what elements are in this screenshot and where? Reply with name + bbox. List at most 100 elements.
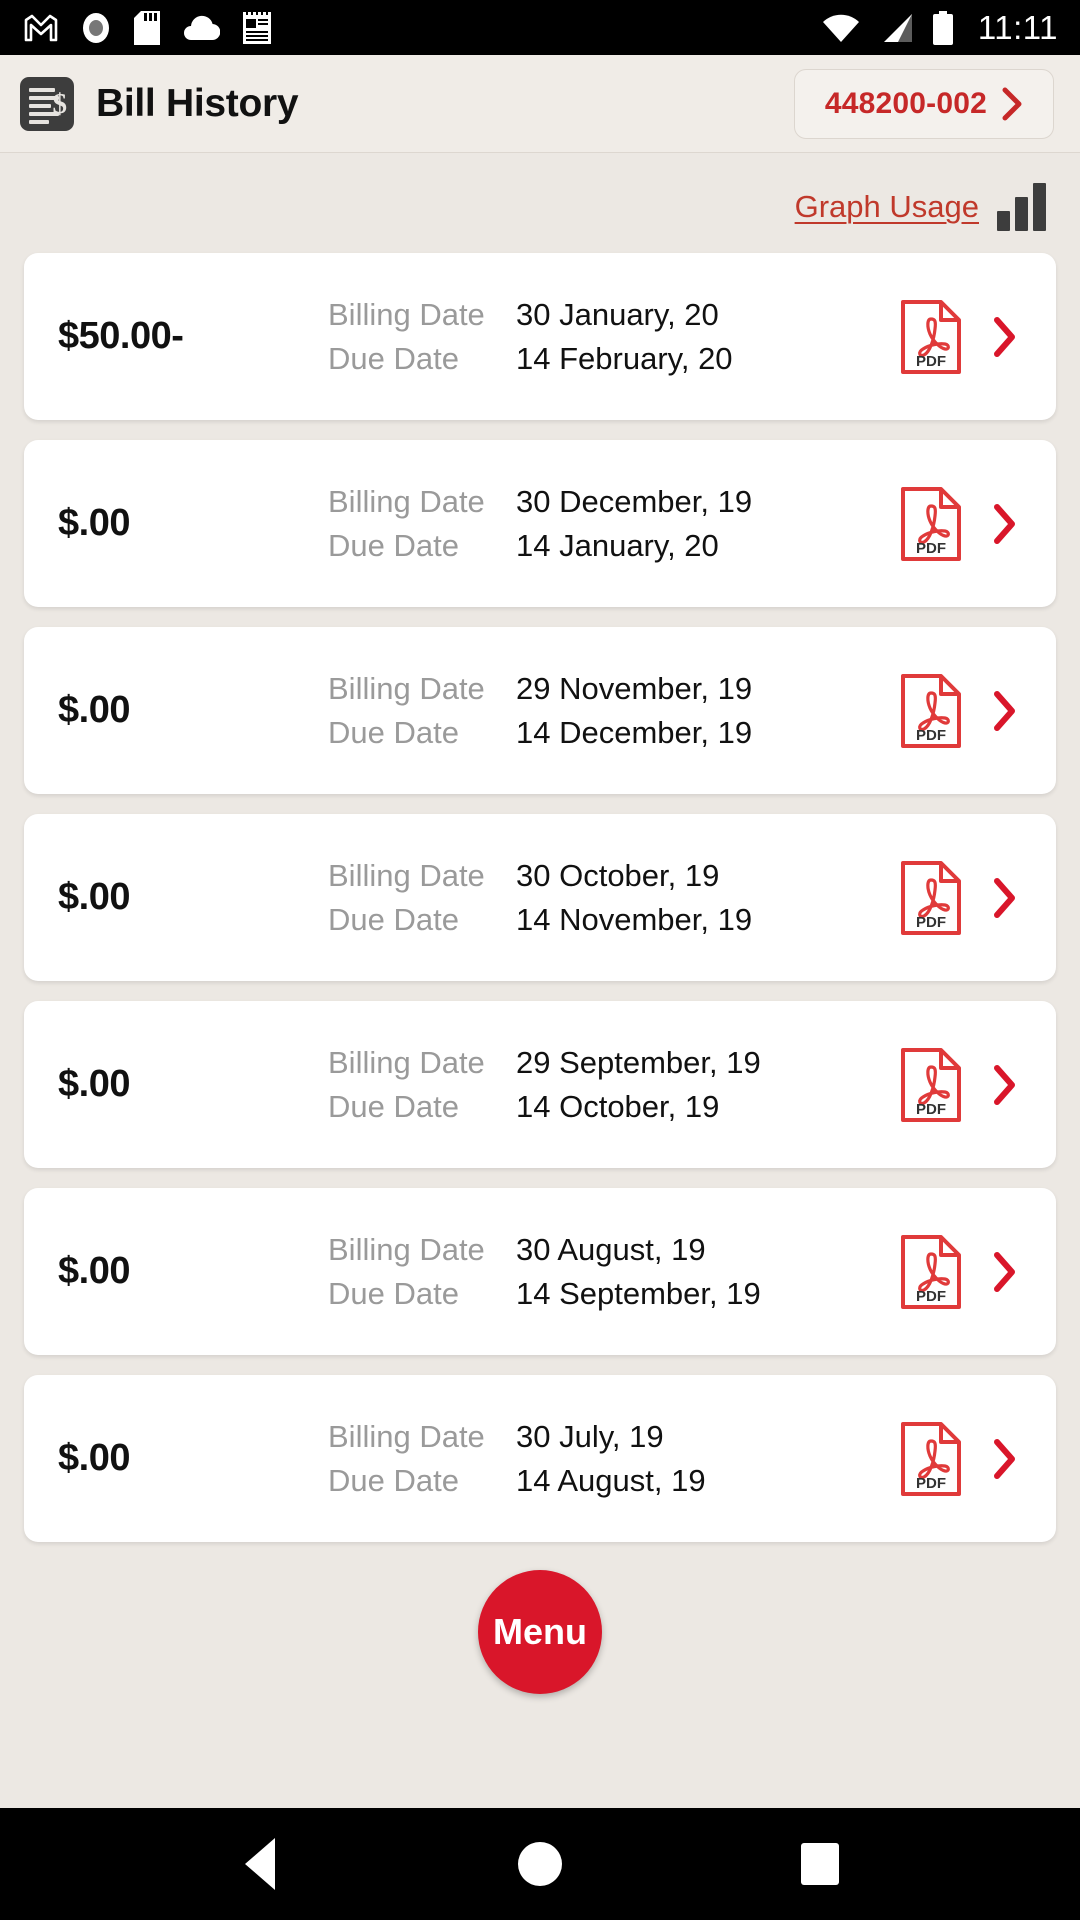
- billing-date-row: Billing Date 30 January, 20: [328, 297, 900, 333]
- billing-date-row: Billing Date 30 December, 19: [328, 484, 900, 520]
- sd-card-icon: [134, 10, 160, 45]
- billing-date-label: Billing Date: [328, 670, 485, 706]
- cloud-icon: [184, 15, 220, 40]
- recents-nav-icon: [801, 1843, 839, 1885]
- chevron-right-icon[interactable]: [988, 503, 1022, 545]
- chevron-right-icon[interactable]: [988, 1064, 1022, 1106]
- due-date-label: Due Date: [328, 901, 459, 937]
- bill-document-icon: $: [20, 76, 74, 131]
- notepad-icon: [243, 11, 271, 44]
- svg-text:PDF: PDF: [916, 1475, 946, 1492]
- chevron-right-icon[interactable]: [988, 1251, 1022, 1293]
- svg-text:PDF: PDF: [916, 540, 946, 557]
- back-nav-button[interactable]: [200, 1808, 320, 1920]
- app-header: $ Bill History 448200-002: [0, 55, 1080, 153]
- due-date-value: 14 February, 20: [516, 340, 733, 376]
- status-clock: 11:11: [977, 8, 1058, 46]
- bill-amount: $.00: [58, 689, 130, 731]
- billing-date-row: Billing Date 29 November, 19: [328, 671, 900, 707]
- graph-usage-row[interactable]: Graph Usage: [0, 153, 1080, 253]
- bill-row[interactable]: $.00 Billing Date 30 July, 19 Due Date 1…: [24, 1375, 1056, 1542]
- billing-date-row: Billing Date 30 October, 19: [328, 858, 900, 894]
- due-date-label: Due Date: [328, 340, 459, 376]
- pdf-file-icon[interactable]: PDF: [900, 1421, 962, 1497]
- record-icon: [83, 12, 109, 43]
- recents-nav-button[interactable]: [760, 1808, 880, 1920]
- pdf-file-icon[interactable]: PDF: [900, 673, 962, 749]
- billing-date-label: Billing Date: [328, 857, 485, 893]
- bill-row[interactable]: $.00 Billing Date 30 August, 19 Due Date…: [24, 1188, 1056, 1355]
- due-date-row: Due Date 14 December, 19: [328, 715, 900, 751]
- due-date-value: 14 January, 20: [516, 527, 719, 563]
- chevron-right-icon[interactable]: [988, 877, 1022, 919]
- pdf-file-icon[interactable]: PDF: [900, 486, 962, 562]
- back-nav-icon: [245, 1838, 275, 1890]
- graph-usage-link[interactable]: Graph Usage: [795, 189, 979, 225]
- billing-date-label: Billing Date: [328, 296, 485, 332]
- due-date-row: Due Date 14 January, 20: [328, 528, 900, 564]
- chevron-right-icon[interactable]: [988, 316, 1022, 358]
- bill-dates: Billing Date 30 December, 19 Due Date 14…: [328, 484, 900, 564]
- due-date-row: Due Date 14 September, 19: [328, 1276, 900, 1312]
- due-date-value: 14 October, 19: [516, 1088, 720, 1124]
- status-bar: 11:11: [0, 0, 1080, 55]
- home-nav-button[interactable]: [480, 1808, 600, 1920]
- billing-date-value: 30 January, 20: [516, 296, 719, 332]
- app-screen: 11:11 $ Bill History 448200-002 Graph Us…: [0, 0, 1080, 1920]
- chevron-right-icon[interactable]: [988, 1438, 1022, 1480]
- bill-amount: $50.00-: [58, 315, 184, 357]
- due-date-row: Due Date 14 November, 19: [328, 902, 900, 938]
- bar-chart-icon: [997, 183, 1046, 231]
- battery-icon: [932, 10, 953, 45]
- billing-date-label: Billing Date: [328, 1044, 485, 1080]
- bill-list: $50.00- Billing Date 30 January, 20 Due …: [0, 253, 1080, 1542]
- billing-date-value: 29 September, 19: [516, 1044, 761, 1080]
- billing-date-row: Billing Date 30 August, 19: [328, 1232, 900, 1268]
- svg-text:PDF: PDF: [916, 1288, 946, 1305]
- account-number-label: 448200-002: [824, 86, 987, 120]
- billing-date-value: 29 November, 19: [516, 670, 753, 706]
- page-title: Bill History: [96, 81, 299, 125]
- billing-date-value: 30 August, 19: [516, 1231, 706, 1267]
- pdf-file-icon[interactable]: PDF: [900, 860, 962, 936]
- account-selector-button[interactable]: 448200-002: [793, 68, 1054, 139]
- page-body: Graph Usage $50.00- Billing Date 30 Janu…: [0, 153, 1080, 1808]
- billing-date-row: Billing Date 30 July, 19: [328, 1419, 900, 1455]
- due-date-row: Due Date 14 October, 19: [328, 1089, 900, 1125]
- bill-amount: $.00: [58, 1063, 130, 1105]
- due-date-label: Due Date: [328, 527, 459, 563]
- bill-dates: Billing Date 29 September, 19 Due Date 1…: [328, 1045, 900, 1125]
- bill-amount: $.00: [58, 502, 130, 544]
- bill-row[interactable]: $50.00- Billing Date 30 January, 20 Due …: [24, 253, 1056, 420]
- billing-date-value: 30 December, 19: [516, 483, 753, 519]
- pdf-file-icon[interactable]: PDF: [900, 1234, 962, 1310]
- svg-text:PDF: PDF: [916, 1101, 946, 1118]
- bill-row[interactable]: $.00 Billing Date 30 October, 19 Due Dat…: [24, 814, 1056, 981]
- svg-text:PDF: PDF: [916, 353, 946, 370]
- bill-row[interactable]: $.00 Billing Date 29 November, 19 Due Da…: [24, 627, 1056, 794]
- status-system-icons: 11:11: [821, 9, 1058, 47]
- pdf-file-icon[interactable]: PDF: [900, 1047, 962, 1123]
- due-date-row: Due Date 14 February, 20: [328, 341, 900, 377]
- menu-fab-button[interactable]: Menu: [478, 1570, 602, 1694]
- billing-date-label: Billing Date: [328, 483, 485, 519]
- bill-row[interactable]: $.00 Billing Date 30 December, 19 Due Da…: [24, 440, 1056, 607]
- bill-amount: $.00: [58, 876, 130, 918]
- billing-date-value: 30 October, 19: [516, 857, 720, 893]
- wifi-icon: [822, 14, 859, 42]
- billing-date-label: Billing Date: [328, 1231, 485, 1267]
- chevron-right-icon[interactable]: [988, 690, 1022, 732]
- fab-container: Menu: [0, 1542, 1080, 1694]
- pdf-file-icon[interactable]: PDF: [900, 299, 962, 375]
- due-date-value: 14 August, 19: [516, 1462, 706, 1498]
- bill-dates: Billing Date 30 July, 19 Due Date 14 Aug…: [328, 1419, 900, 1499]
- bill-dates: Billing Date 29 November, 19 Due Date 14…: [328, 671, 900, 751]
- billing-date-label: Billing Date: [328, 1418, 485, 1454]
- due-date-label: Due Date: [328, 1088, 459, 1124]
- bill-dates: Billing Date 30 January, 20 Due Date 14 …: [328, 297, 900, 377]
- billing-date-row: Billing Date 29 September, 19: [328, 1045, 900, 1081]
- billing-date-value: 30 July, 19: [516, 1418, 664, 1454]
- due-date-value: 14 November, 19: [516, 901, 753, 937]
- bill-row[interactable]: $.00 Billing Date 29 September, 19 Due D…: [24, 1001, 1056, 1168]
- due-date-label: Due Date: [328, 714, 459, 750]
